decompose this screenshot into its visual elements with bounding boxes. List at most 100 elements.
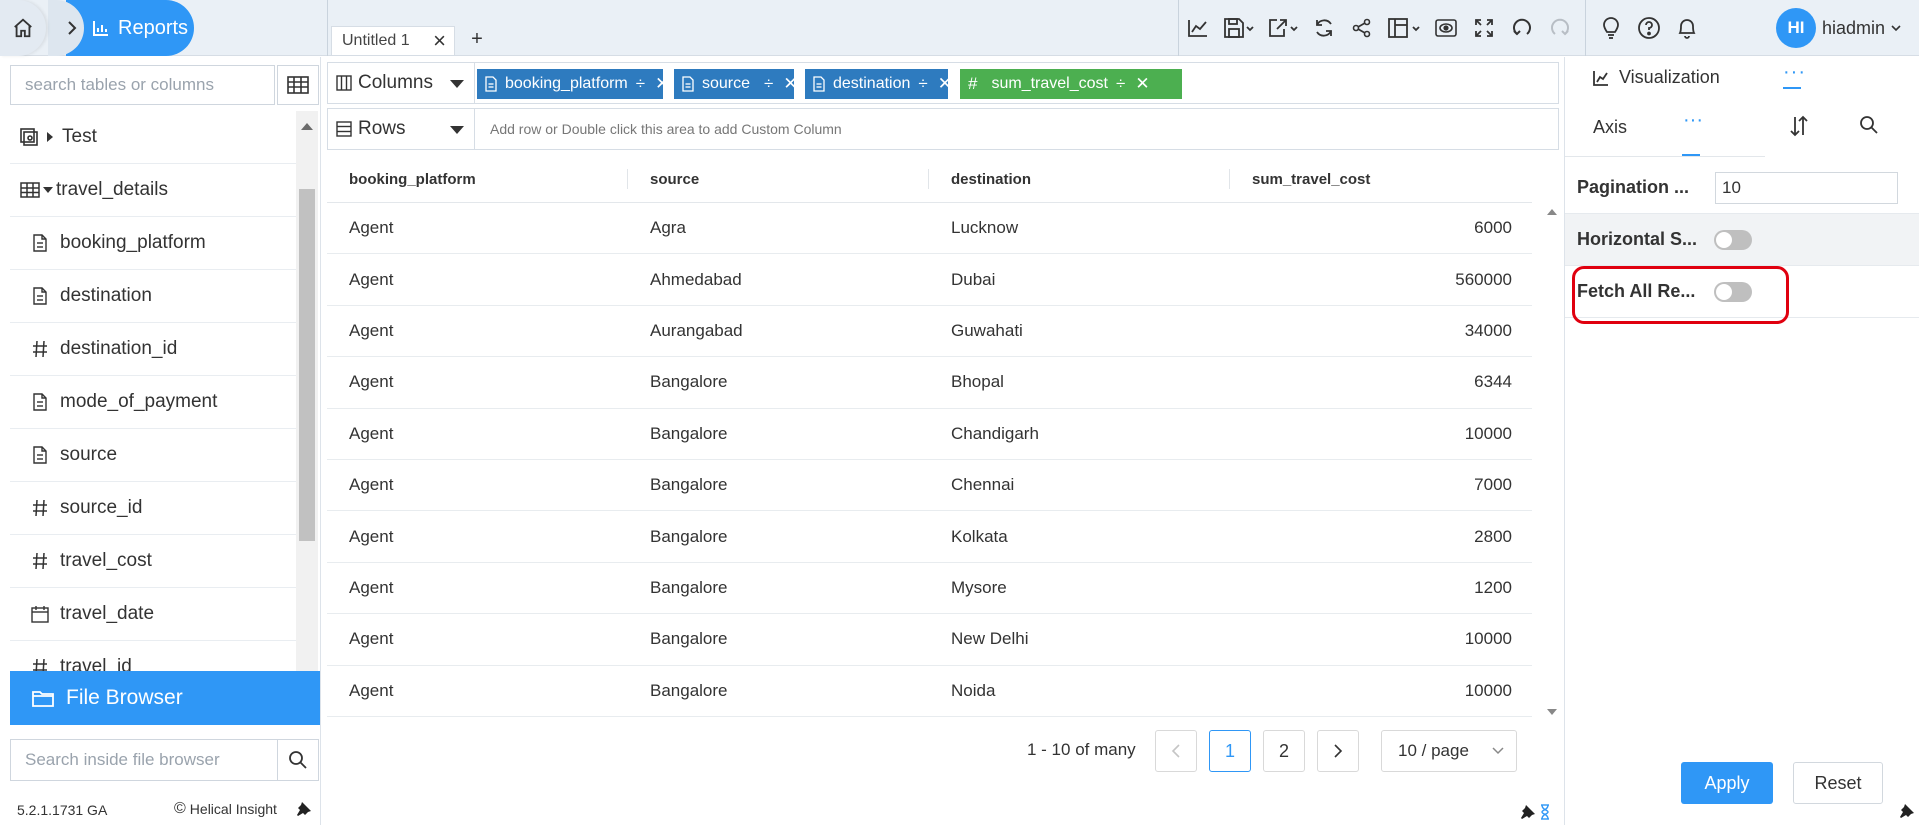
tree-scrollbar[interactable] [296,111,318,723]
close-icon[interactable]: ✕ [783,74,797,94]
table-row[interactable]: Agent Aurangabad Guwahati 34000 [327,306,1532,358]
page-size-select[interactable]: 10 / page [1381,730,1517,772]
close-icon[interactable]: ✕ [655,74,669,94]
tab-axis[interactable]: Axis [1593,117,1627,138]
scroll-thumb[interactable] [299,189,315,541]
help-icon[interactable] [1630,0,1668,56]
home-button[interactable] [0,0,46,56]
chart-icon[interactable] [1179,0,1217,56]
preview-icon[interactable] [1427,0,1465,56]
caret-down-icon[interactable] [450,80,464,88]
subtab-more[interactable]: ··· [1683,109,1703,132]
file-browser-search-button[interactable] [277,739,319,781]
table-row[interactable]: Agent Bangalore New Delhi 10000 [327,614,1532,666]
rows-shelf[interactable]: Rows Add row or Double click this area t… [327,108,1559,150]
tree-folder-test[interactable]: Test [10,111,296,164]
columns-shelf-header[interactable]: Columns [328,63,475,103]
rows-shelf-label: Rows [358,118,406,139]
scroll-up-icon[interactable] [1547,209,1557,215]
divide-icon[interactable]: ÷ [918,74,927,94]
prev-page-button[interactable] [1155,730,1197,772]
table-row[interactable]: Agent Bangalore Noida 10000 [327,666,1532,717]
table-row[interactable]: Agent Bangalore Bhopal 6344 [327,357,1532,409]
tree-field-booking-platform[interactable]: booking_platform [10,217,296,270]
table-view-button[interactable] [277,65,319,105]
expand-icon[interactable] [1465,0,1503,56]
column-header[interactable]: booking_platform [327,155,628,203]
next-page-button[interactable] [1317,730,1359,772]
page-button-1[interactable]: 1 [1209,730,1251,772]
column-pill-booking-platform[interactable]: booking_platform ÷ ✕ [477,69,669,99]
tree-table-travel-details[interactable]: travel_details [10,164,296,217]
rows-shelf-header[interactable]: Rows [328,109,475,149]
layout-icon[interactable] [1381,0,1427,56]
table-cell: Dubai [951,269,996,289]
save-icon[interactable] [1217,0,1261,56]
user-menu[interactable]: HI hiadmin [1776,8,1901,48]
file-browser-search-field[interactable] [10,739,278,781]
divide-icon[interactable]: ÷ [636,74,645,94]
share-icon[interactable] [1343,0,1381,56]
hourglass-icon[interactable] [1540,804,1550,820]
columns-shelf[interactable]: Columns booking_platform ÷ ✕ source ÷ ✕ de… [327,62,1559,104]
pin-icon[interactable] [1899,803,1915,819]
tree-item-label: source_id [60,497,143,518]
table-cell: 6000 [1474,218,1512,238]
tab-visualization[interactable]: Visualization [1593,67,1720,88]
table-row[interactable]: Agent Bangalore Mysore 1200 [327,563,1532,615]
column-header[interactable]: source [628,155,929,203]
column-pill-sum-travel-cost[interactable]: # sum_travel_cost ÷ ✕ [960,69,1182,99]
horizontal-scroll-toggle[interactable] [1714,230,1752,250]
export-icon[interactable] [1261,0,1305,56]
file-browser-search-input[interactable] [25,750,277,770]
scroll-up-icon[interactable] [301,123,313,130]
close-icon[interactable]: ✕ [1135,74,1149,94]
table-row[interactable]: Agent Ahmedabad Dubai 560000 [327,254,1532,306]
table-row[interactable]: Agent Agra Lucknow 6000 [327,203,1532,255]
refresh-icon[interactable] [1305,0,1343,56]
tree-field-destination-id[interactable]: destination_id [10,323,296,376]
reset-button[interactable]: Reset [1793,762,1883,804]
pin-icon[interactable] [296,801,312,817]
text-field-icon [28,287,52,305]
sort-icon[interactable] [1789,115,1809,137]
tree-field-mode-of-payment[interactable]: mode_of_payment [10,376,296,429]
table-cell: Agent [349,372,394,392]
fetch-all-records-toggle[interactable] [1714,282,1752,302]
divide-icon[interactable]: ÷ [764,74,773,94]
tree-field-source[interactable]: source [10,429,296,482]
caret-down-icon[interactable] [450,126,464,134]
page-button-2[interactable]: 2 [1263,730,1305,772]
pin-icon[interactable] [1520,804,1536,820]
column-pill-destination[interactable]: destination ÷ ✕ [805,69,952,99]
tab-untitled[interactable]: Untitled 1 × [331,26,455,55]
undo-icon[interactable] [1503,0,1541,56]
column-header[interactable]: destination [929,155,1230,203]
column-pill-source[interactable]: source ÷ ✕ [674,69,798,99]
table-search-field[interactable] [10,65,275,105]
file-browser-button[interactable]: File Browser [10,671,320,725]
bulb-icon[interactable] [1592,0,1630,56]
apply-button[interactable]: Apply [1681,762,1773,804]
tab-close-icon[interactable]: × [433,28,446,54]
divide-icon[interactable]: ÷ [1116,74,1125,94]
column-header[interactable]: sum_travel_cost [1230,155,1532,203]
breadcrumb-reports[interactable]: Reports [66,0,194,56]
close-icon[interactable]: ✕ [938,74,952,94]
tree-field-travel-cost[interactable]: travel_cost [10,535,296,588]
table-row[interactable]: Agent Bangalore Chandigarh 10000 [327,409,1532,460]
pagination-size-input[interactable] [1715,172,1898,204]
scroll-down-icon[interactable] [1547,709,1557,715]
tree-field-destination[interactable]: destination [10,270,296,323]
tree-field-travel-date[interactable]: travel_date [10,588,296,641]
search-input[interactable] [25,75,274,95]
table-row[interactable]: Agent Bangalore Kolkata 2800 [327,511,1532,563]
bell-icon[interactable] [1668,0,1706,56]
search-icon[interactable] [1859,115,1879,135]
tab-more[interactable]: ··· [1783,61,1806,84]
redo-icon[interactable] [1541,0,1579,56]
add-tab-button[interactable]: + [466,26,488,52]
grid-scrollbar[interactable] [1545,205,1559,719]
table-row[interactable]: Agent Bangalore Chennai 7000 [327,460,1532,512]
tree-field-source-id[interactable]: source_id [10,482,296,535]
